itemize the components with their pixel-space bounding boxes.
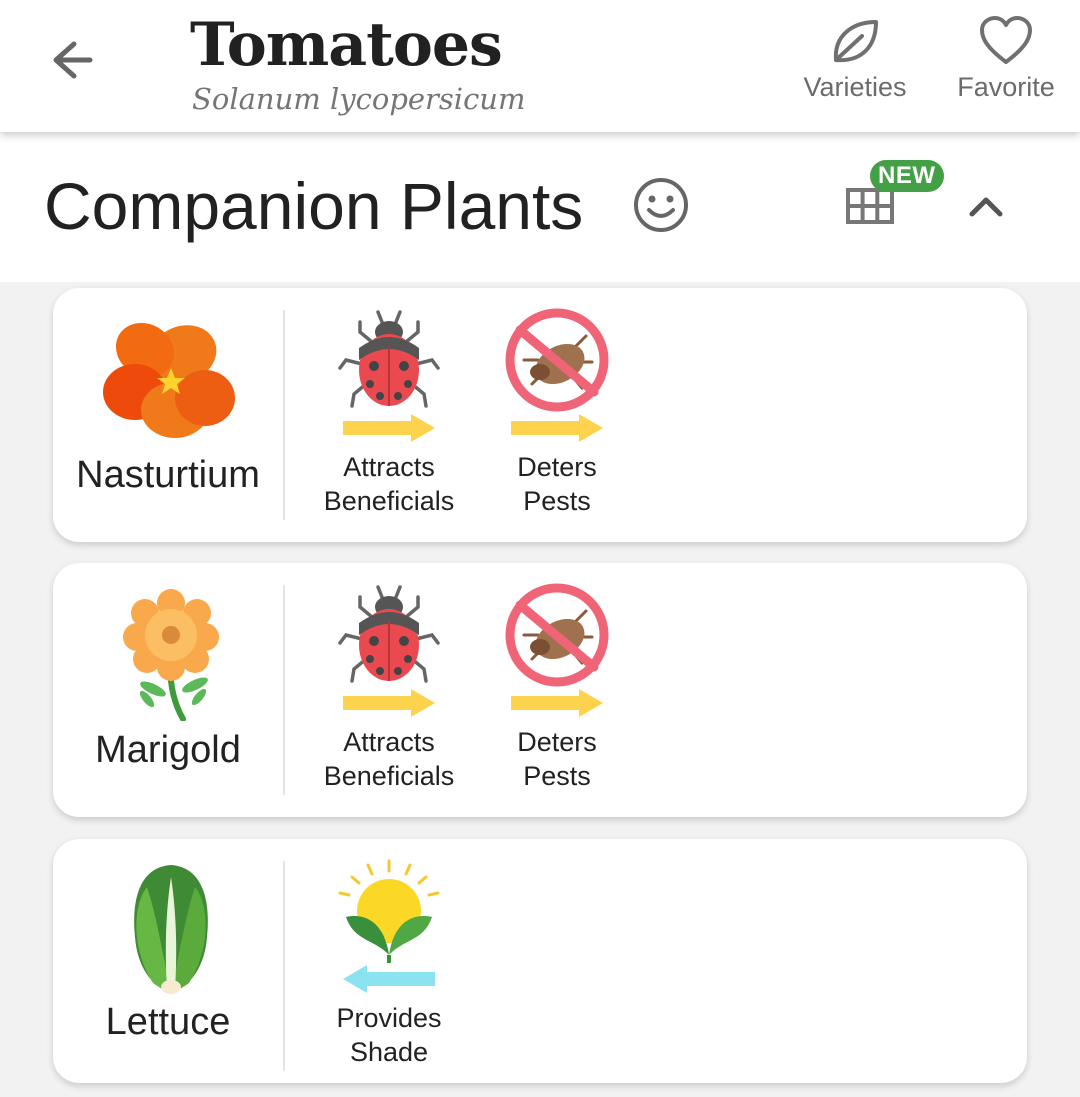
varieties-label: Varieties (803, 72, 907, 102)
heart-icon (980, 16, 1032, 64)
sun-leaves-icon (338, 859, 440, 963)
benefit-label: Provides Shade (336, 1003, 442, 1067)
app-bar: Tomatoes Solanum lycopersicum Varieties … (0, 0, 1080, 132)
left-arrow-icon (343, 965, 435, 993)
back-button[interactable] (40, 30, 106, 90)
benefit-label: Attracts Beneficials (323, 452, 455, 516)
benefit-attracts-beneficials: Attracts Beneficials (309, 583, 469, 793)
no-pest-icon (505, 583, 609, 687)
companion-plants-section-header: Companion Plants NEW (0, 132, 1080, 282)
no-pest-icon (505, 308, 609, 412)
plant-name: Lettuce (105, 1001, 231, 1043)
benefit-deters-pests: Deters Pests (477, 583, 637, 793)
right-arrow-icon (511, 689, 603, 717)
ladybug-icon (338, 585, 440, 683)
companion-card-lettuce[interactable]: Lettuce Provides Shade (53, 839, 1027, 1083)
new-badge: NEW (870, 160, 944, 192)
section-title: Companion Plants (44, 169, 584, 243)
card-divider (283, 310, 285, 520)
benefit-attracts-beneficials: Attracts Beneficials (309, 308, 469, 518)
collapse-button[interactable] (962, 182, 1010, 230)
ladybug-icon (338, 310, 440, 408)
benefit-label: Deters Pests (517, 727, 597, 791)
page-subtitle: Solanum lycopersicum (192, 82, 526, 116)
benefit-label: Attracts Beneficials (323, 727, 455, 791)
favorite-button[interactable]: Favorite (950, 14, 1062, 103)
right-arrow-icon (343, 414, 435, 442)
right-arrow-icon (343, 689, 435, 717)
companion-card-nasturtium[interactable]: Nasturtium Attracts Beneficials Deters P… (53, 288, 1027, 542)
card-divider (283, 585, 285, 795)
favorite-label: Favorite (957, 72, 1055, 102)
card-divider (283, 861, 285, 1071)
page-title: Tomatoes (190, 10, 503, 80)
smiley-icon (634, 178, 688, 232)
varieties-button[interactable]: Varieties (795, 14, 915, 103)
nasturtium-flower-icon (103, 322, 235, 438)
right-arrow-icon (511, 414, 603, 442)
benefit-provides-shade: Provides Shade (309, 859, 469, 1069)
companion-card-marigold[interactable]: Marigold Attracts Beneficials Deters Pes… (53, 563, 1027, 817)
plant-name: Marigold (95, 729, 241, 771)
back-arrow-icon (53, 41, 93, 79)
benefit-label: Deters Pests (517, 452, 597, 516)
chevron-up-icon (969, 197, 1003, 217)
marigold-flower-icon (123, 589, 219, 721)
benefit-deters-pests: Deters Pests (477, 308, 637, 518)
leaf-icon (833, 20, 878, 63)
lettuce-icon (134, 865, 208, 994)
plant-name: Nasturtium (76, 454, 260, 496)
